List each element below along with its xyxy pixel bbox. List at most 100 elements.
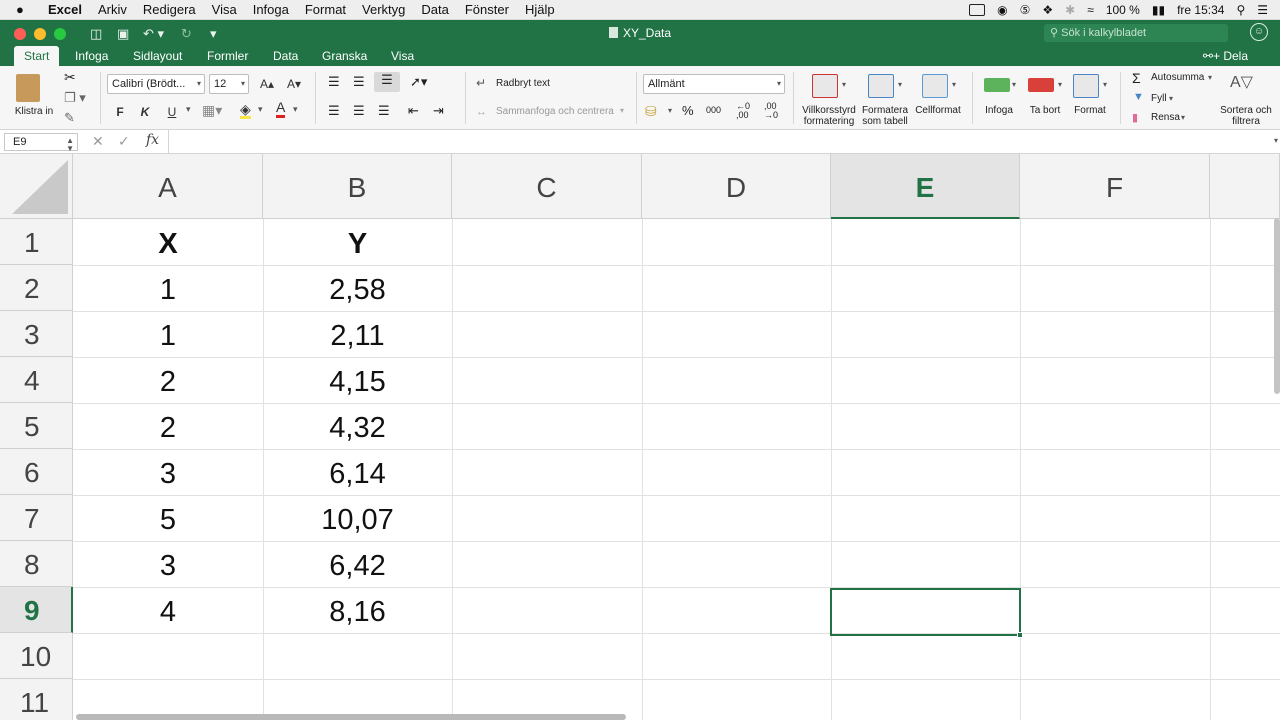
column-header-a[interactable]: A xyxy=(73,154,263,219)
tab-visa[interactable]: Visa xyxy=(391,46,414,66)
cell-styles-icon[interactable] xyxy=(922,74,948,98)
screen-record-icon[interactable] xyxy=(969,4,986,16)
notification-center-icon[interactable]: ☰ xyxy=(1257,3,1268,17)
cell-a6[interactable]: 3 xyxy=(73,449,263,495)
menu-infoga[interactable]: Infoga xyxy=(253,2,289,17)
conditional-formatting-label[interactable]: Villkorsstyrd formatering xyxy=(798,105,860,127)
chevron-down-icon[interactable]: ▾ xyxy=(668,106,672,115)
five-badge-icon[interactable]: ⑤ xyxy=(1020,3,1031,17)
cell-b3[interactable]: 2,11 xyxy=(263,311,452,357)
insert-cells-label[interactable]: Infoga xyxy=(978,105,1020,116)
cell-b1[interactable]: Y xyxy=(263,219,452,265)
wifi-icon[interactable]: ≈ xyxy=(1087,3,1094,17)
bold-button[interactable]: F xyxy=(110,102,130,122)
wrap-text-icon[interactable]: ↵ xyxy=(476,76,486,90)
tab-start[interactable]: Start xyxy=(14,46,60,66)
format-cells-label[interactable]: Format xyxy=(1068,105,1112,116)
menubar-clock[interactable]: fre 15:34 xyxy=(1177,3,1224,17)
shrink-font-button[interactable]: A▾ xyxy=(282,74,306,94)
chevron-down-icon[interactable]: ▾ xyxy=(1208,73,1212,82)
cell-b4[interactable]: 4,15 xyxy=(263,357,452,403)
orientation-icon[interactable]: ➚▾ xyxy=(410,74,427,90)
underline-button[interactable]: U xyxy=(160,102,184,122)
cell-a8[interactable]: 3 xyxy=(73,541,263,587)
menu-arkiv[interactable]: Arkiv xyxy=(98,2,127,17)
horizontal-scrollbar[interactable] xyxy=(76,714,626,720)
fill-icon[interactable]: ▼ xyxy=(1133,91,1144,103)
align-right-icon[interactable]: ☰ xyxy=(378,103,390,119)
chevron-down-icon[interactable]: ▾ xyxy=(1181,113,1185,122)
align-left-icon[interactable]: ☰ xyxy=(328,103,340,119)
vertical-scrollbar[interactable] xyxy=(1274,218,1280,394)
menu-format[interactable]: Format xyxy=(305,2,346,17)
cell-b2[interactable]: 2,58 xyxy=(263,265,452,311)
row-header-5[interactable]: 5 xyxy=(0,403,73,449)
tab-data[interactable]: Data xyxy=(273,46,298,66)
sheet-search-input[interactable]: ⚲ Sök i kalkylbladet xyxy=(1044,24,1228,42)
formula-input[interactable] xyxy=(176,134,1266,150)
column-header-partial[interactable] xyxy=(1210,154,1280,219)
row-header-1[interactable]: 1 xyxy=(0,219,73,265)
format-as-table-icon[interactable] xyxy=(868,74,894,98)
align-center-icon[interactable]: ☰ xyxy=(353,103,365,119)
increase-indent-icon[interactable]: ⇥ xyxy=(433,103,444,119)
font-color-icon[interactable]: A xyxy=(276,100,286,118)
dropbox-icon[interactable]: ❖ xyxy=(1042,3,1053,17)
share-button[interactable]: ⚯+ Dela xyxy=(1203,49,1248,63)
align-top-icon[interactable]: ☰ xyxy=(328,74,340,90)
chevron-down-icon[interactable]: ▾ xyxy=(842,80,846,89)
column-header-c[interactable]: C xyxy=(452,154,642,219)
row-header-3[interactable]: 3 xyxy=(0,311,73,357)
font-name-select[interactable]: Calibri (Brödt... ▾ xyxy=(107,74,205,94)
chevron-down-icon[interactable]: ▾ xyxy=(898,80,902,89)
row-header-11[interactable]: 11 xyxy=(0,679,73,720)
cell-styles-label[interactable]: Cellformat xyxy=(912,105,964,116)
tab-granska[interactable]: Granska xyxy=(322,46,367,66)
decrease-indent-icon[interactable]: ⇤ xyxy=(408,103,419,119)
tab-sidlayout[interactable]: Sidlayout xyxy=(133,46,182,66)
menu-verktyg[interactable]: Verktyg xyxy=(362,2,405,17)
fill-color-icon[interactable]: ◈ xyxy=(240,102,251,119)
column-header-d[interactable]: D xyxy=(642,154,831,219)
row-header-10[interactable]: 10 xyxy=(0,633,73,679)
increase-decimal-icon[interactable]: ←0,00 xyxy=(736,102,750,120)
cell-b7[interactable]: 10,07 xyxy=(263,495,452,541)
spotlight-search-icon[interactable]: ⚲ xyxy=(1236,3,1245,17)
cell-a9[interactable]: 4 xyxy=(73,587,263,633)
chevron-down-icon[interactable]: ▾ xyxy=(1012,80,1016,89)
cell-a1[interactable]: X xyxy=(73,219,263,265)
clear-button[interactable]: Rensa xyxy=(1151,112,1180,123)
number-format-select[interactable]: Allmänt ▾ xyxy=(643,74,785,94)
sort-filter-label[interactable]: Sortera och filtrera xyxy=(1218,105,1274,127)
menu-hjalp[interactable]: Hjälp xyxy=(525,2,555,17)
paste-icon[interactable] xyxy=(16,74,40,102)
menu-fonster[interactable]: Fönster xyxy=(465,2,509,17)
row-header-7[interactable]: 7 xyxy=(0,495,73,541)
cell-b5[interactable]: 4,32 xyxy=(263,403,452,449)
grow-font-button[interactable]: A▴ xyxy=(255,74,279,94)
chevron-down-icon[interactable]: ▾ xyxy=(186,104,191,115)
apple-menu-icon[interactable]: ● xyxy=(16,2,38,17)
decrease-decimal-icon[interactable]: ,00 →0 xyxy=(764,102,778,120)
align-bottom-icon[interactable]: ☰ xyxy=(374,72,400,92)
comma-style-button[interactable]: 000 xyxy=(706,105,721,115)
chevron-down-icon[interactable]: ▾ xyxy=(952,80,956,89)
row-header-2[interactable]: 2 xyxy=(0,265,73,311)
copy-icon[interactable]: ❐ ▾ xyxy=(64,90,86,106)
row-header-9[interactable]: 9 xyxy=(0,587,73,633)
delete-cells-icon[interactable] xyxy=(1028,78,1054,92)
column-header-e[interactable]: E xyxy=(831,154,1020,219)
clear-eraser-icon[interactable]: ▮ xyxy=(1132,111,1138,124)
merge-center-button[interactable]: Sammanfoga och centrera xyxy=(496,106,614,117)
menu-visa[interactable]: Visa xyxy=(212,2,237,17)
cut-icon[interactable]: ✂ xyxy=(64,69,76,86)
font-size-select[interactable]: 12 ▾ xyxy=(209,74,249,94)
accounting-format-icon[interactable]: ⛁ xyxy=(645,103,657,120)
format-painter-icon[interactable]: ✎ xyxy=(64,110,75,126)
chevron-down-icon[interactable]: ▾ xyxy=(258,104,263,115)
menu-data[interactable]: Data xyxy=(421,2,448,17)
creative-cloud-icon[interactable]: ◉ xyxy=(997,3,1007,17)
cell-b6[interactable]: 6,14 xyxy=(263,449,452,495)
align-middle-icon[interactable]: ☰ xyxy=(353,74,365,90)
paste-label[interactable]: Klistra in xyxy=(8,106,60,117)
